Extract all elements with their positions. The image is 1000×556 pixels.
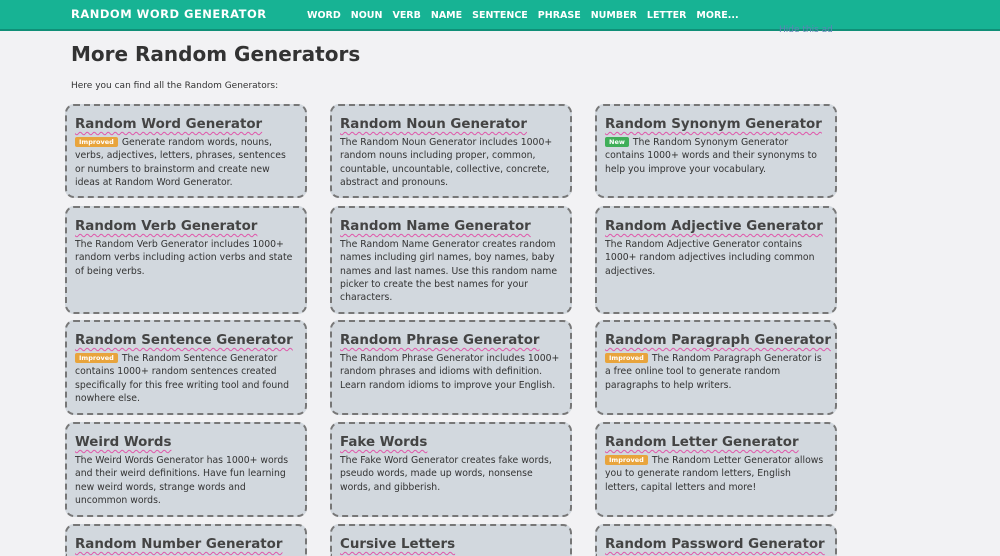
card-title[interactable]: Random Name Generator bbox=[340, 219, 561, 235]
card-description: Improved The Random Paragraph Generator i… bbox=[605, 352, 826, 392]
improved-badge: Improved bbox=[75, 353, 118, 363]
card-description: New The Random Synonym Generator contains… bbox=[605, 136, 826, 176]
card-title[interactable]: Random Verb Generator bbox=[75, 219, 296, 235]
card-random-password-generator[interactable]: Random Password Generator bbox=[595, 524, 837, 556]
intro-text: Here you can find all the Random Generat… bbox=[71, 81, 279, 91]
card-title[interactable]: Weird Words bbox=[75, 435, 296, 451]
card-random-adjective-generator[interactable]: Random Adjective Generator The Random Ad… bbox=[595, 206, 837, 314]
card-description: The Weird Words Generator has 1000+ word… bbox=[75, 455, 289, 506]
card-random-name-generator[interactable]: Random Name Generator The Random Name Ge… bbox=[330, 206, 572, 314]
card-title[interactable]: Random Password Generator bbox=[605, 537, 826, 553]
nav-item-noun[interactable]: NOUN bbox=[351, 10, 383, 21]
card-random-word-generator[interactable]: Random Word Generator Improved Generate r… bbox=[65, 104, 307, 198]
card-random-letter-generator[interactable]: Random Letter Generator Improved The Rand… bbox=[595, 422, 837, 517]
top-navbar: RANDOM WORD GENERATOR WORD NOUN VERB NAM… bbox=[0, 0, 1000, 31]
nav-item-word[interactable]: WORD bbox=[307, 10, 341, 21]
card-random-number-generator[interactable]: Random Number Generator bbox=[65, 524, 307, 556]
card-title[interactable]: Random Noun Generator bbox=[340, 117, 561, 133]
card-title[interactable]: Cursive Letters bbox=[340, 537, 561, 553]
card-title[interactable]: Random Synonym Generator bbox=[605, 117, 826, 133]
card-title[interactable]: Random Sentence Generator bbox=[75, 333, 296, 349]
card-description-text: The Random Synonym Generator contains 10… bbox=[605, 137, 817, 175]
card-description: Improved The Random Letter Generator allo… bbox=[605, 454, 826, 494]
card-description: The Random Name Generator creates random… bbox=[340, 239, 558, 304]
card-title[interactable]: Random Letter Generator bbox=[605, 435, 826, 451]
card-random-verb-generator[interactable]: Random Verb Generator The Random Verb Ge… bbox=[65, 206, 307, 314]
page-title: More Random Generators bbox=[71, 42, 361, 66]
nav-item-number[interactable]: NUMBER bbox=[591, 10, 637, 21]
card-weird-words[interactable]: Weird Words The Weird Words Generator ha… bbox=[65, 422, 307, 517]
hide-ad-link[interactable]: Hide this ad bbox=[779, 25, 833, 35]
card-description: The Random Verb Generator includes 1000+… bbox=[75, 239, 293, 277]
nav-item-verb[interactable]: VERB bbox=[392, 10, 420, 21]
nav-item-phrase[interactable]: PHRASE bbox=[538, 10, 581, 21]
improved-badge: Improved bbox=[605, 455, 648, 465]
improved-badge: Improved bbox=[605, 353, 648, 363]
card-description: The Random Adjective Generator contains … bbox=[605, 239, 815, 277]
card-random-paragraph-generator[interactable]: Random Paragraph Generator Improved The R… bbox=[595, 320, 837, 415]
card-fake-words[interactable]: Fake Words The Fake Word Generator creat… bbox=[330, 422, 572, 517]
card-title[interactable]: Fake Words bbox=[340, 435, 561, 451]
site-logo[interactable]: RANDOM WORD GENERATOR bbox=[71, 7, 267, 21]
nav-item-sentence[interactable]: SENTENCE bbox=[472, 10, 528, 21]
card-random-phrase-generator[interactable]: Random Phrase Generator The Random Phras… bbox=[330, 320, 572, 415]
card-random-noun-generator[interactable]: Random Noun Generator The Random Noun Ge… bbox=[330, 104, 572, 198]
nav-item-letter[interactable]: LETTER bbox=[647, 10, 687, 21]
nav-item-name[interactable]: NAME bbox=[431, 10, 462, 21]
card-description: Improved The Random Sentence Generator co… bbox=[75, 352, 296, 405]
card-title[interactable]: Random Phrase Generator bbox=[340, 333, 561, 349]
card-title[interactable]: Random Adjective Generator bbox=[605, 219, 826, 235]
card-title[interactable]: Random Word Generator bbox=[75, 117, 296, 133]
new-badge: New bbox=[605, 137, 629, 147]
card-random-synonym-generator[interactable]: Random Synonym Generator New The Random S… bbox=[595, 104, 837, 198]
card-description: Improved Generate random words, nouns, ve… bbox=[75, 136, 296, 189]
card-random-sentence-generator[interactable]: Random Sentence Generator Improved The Ra… bbox=[65, 320, 307, 415]
card-description: The Random Noun Generator includes 1000+… bbox=[340, 137, 553, 188]
card-title[interactable]: Random Paragraph Generator bbox=[605, 333, 831, 349]
card-cursive-letters[interactable]: Cursive Letters bbox=[330, 524, 572, 556]
card-title[interactable]: Random Number Generator bbox=[75, 537, 296, 553]
card-description: The Random Phrase Generator includes 100… bbox=[340, 353, 560, 391]
main-nav: WORD NOUN VERB NAME SENTENCE PHRASE NUMB… bbox=[307, 0, 739, 31]
card-description: The Fake Word Generator creates fake wor… bbox=[340, 455, 552, 493]
nav-item-more[interactable]: MORE... bbox=[696, 10, 738, 21]
improved-badge: Improved bbox=[75, 137, 118, 147]
